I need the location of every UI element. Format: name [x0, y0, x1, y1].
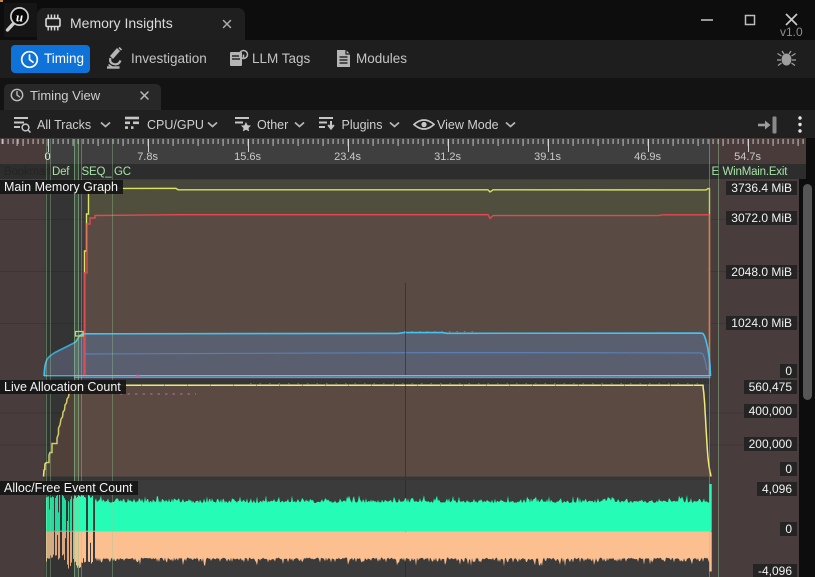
svg-text:u: u	[16, 10, 23, 25]
